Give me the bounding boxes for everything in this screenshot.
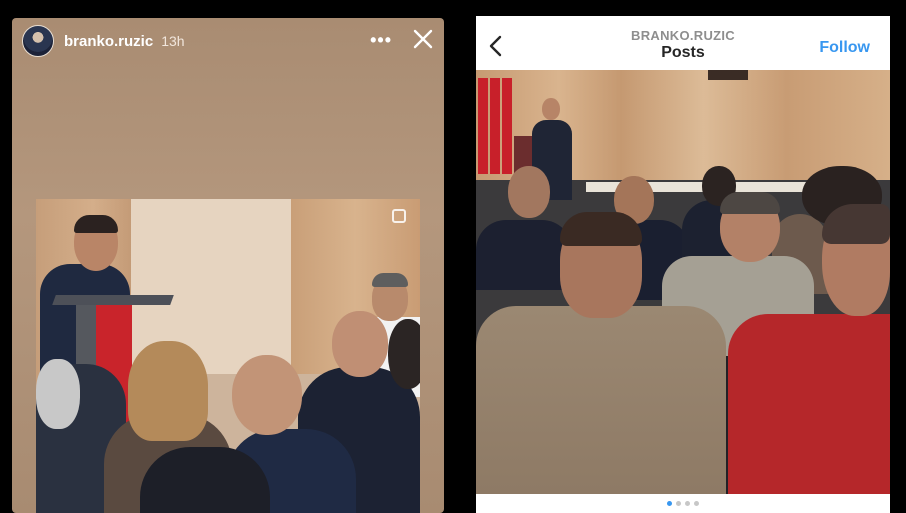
speaker-hair xyxy=(74,215,118,233)
podium-top xyxy=(52,295,174,305)
post-panel: BRANKO.RUZIC Posts Follow xyxy=(476,16,890,513)
post-photo[interactable] xyxy=(476,70,890,494)
story-username[interactable]: branko.ruzic xyxy=(64,33,153,50)
story-panel: branko.ruzic 13h ••• xyxy=(12,18,444,513)
audience-member xyxy=(728,314,890,494)
audience-head xyxy=(388,319,420,389)
audience-member xyxy=(140,447,270,513)
audience-hair xyxy=(720,192,780,214)
audience-member xyxy=(476,220,572,290)
speaker-head xyxy=(542,98,560,120)
story-timestamp: 13h xyxy=(161,33,185,49)
audience-head xyxy=(36,359,80,429)
audience-head xyxy=(128,341,208,441)
carousel-dot[interactable] xyxy=(676,501,681,506)
carousel-dot[interactable] xyxy=(694,501,699,506)
audience-hair xyxy=(560,212,642,246)
carousel-indicator[interactable] xyxy=(476,494,890,513)
follow-button[interactable]: Follow xyxy=(819,39,870,57)
audience-head xyxy=(232,355,302,435)
audience-member xyxy=(476,306,726,494)
flag xyxy=(478,78,488,174)
flag xyxy=(502,78,512,174)
multiple-photos-icon xyxy=(392,209,406,223)
more-horizontal-icon[interactable]: ••• xyxy=(370,30,392,51)
flag xyxy=(490,78,500,174)
carousel-dot[interactable] xyxy=(685,501,690,506)
story-header: branko.ruzic 13h ••• xyxy=(12,18,444,64)
avatar[interactable] xyxy=(22,25,54,57)
wall-picture xyxy=(708,70,748,80)
story-shared-photo[interactable] xyxy=(36,199,420,513)
post-header: BRANKO.RUZIC Posts Follow xyxy=(476,16,890,70)
close-icon[interactable] xyxy=(412,28,434,50)
audience-head xyxy=(332,311,388,377)
carousel-dot[interactable] xyxy=(667,501,672,506)
seated-man-hair xyxy=(372,273,408,287)
audience-head xyxy=(508,166,550,218)
